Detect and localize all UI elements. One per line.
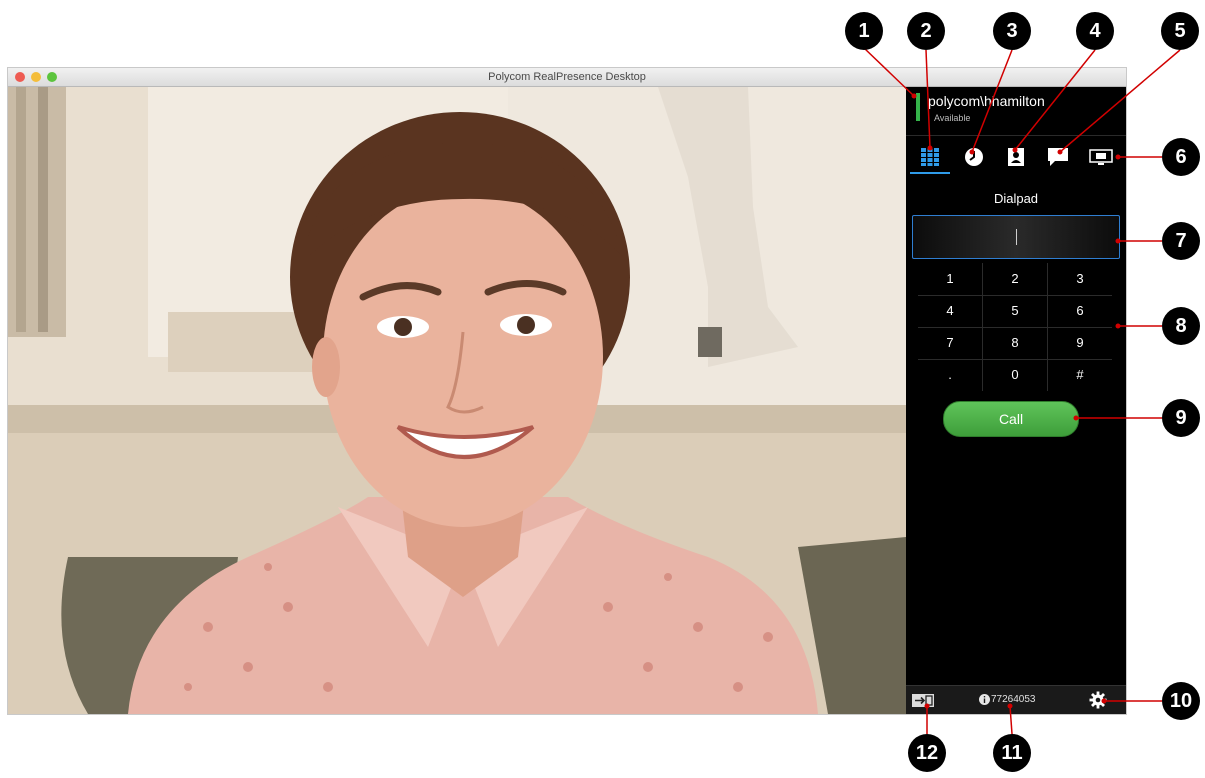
callout-7: 7 (1162, 222, 1200, 260)
callout-9: 9 (1162, 399, 1200, 437)
callout-12: 12 (908, 734, 946, 772)
callout-5: 5 (1161, 12, 1199, 50)
callout-3: 3 (993, 12, 1031, 50)
callout-leaders (863, 47, 1181, 735)
callout-1: 1 (845, 12, 883, 50)
callout-8: 8 (1162, 307, 1200, 345)
callout-2: 2 (907, 12, 945, 50)
callout-11: 11 (993, 734, 1031, 772)
callout-10: 10 (1162, 682, 1200, 720)
callout-4: 4 (1076, 12, 1114, 50)
callout-6: 6 (1162, 138, 1200, 176)
